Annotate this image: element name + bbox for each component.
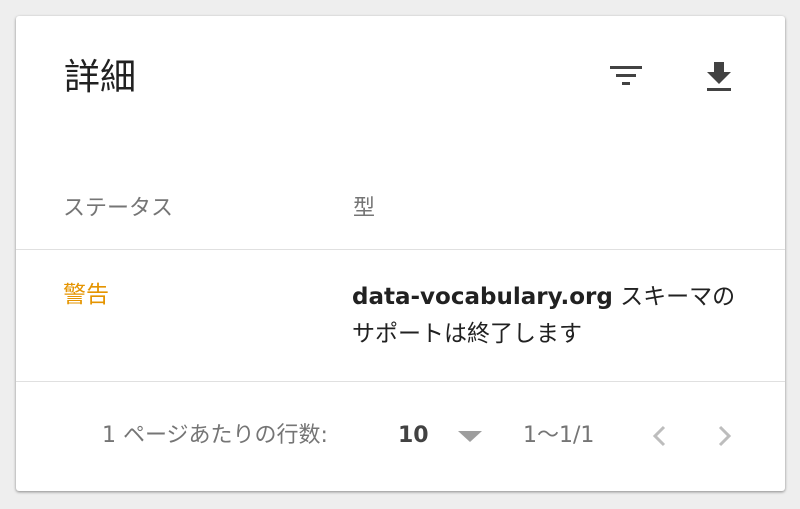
download-button[interactable]	[695, 52, 743, 100]
type-cell: data-vocabulary.org スキーマのサポートは終了します	[352, 279, 752, 353]
type-domain: data-vocabulary.org	[352, 284, 613, 310]
chevron-right-icon	[718, 425, 732, 447]
header-divider	[16, 249, 785, 250]
dropdown-arrow-icon	[458, 431, 482, 442]
card-title: 詳細	[64, 57, 137, 98]
filter-list-icon	[610, 66, 642, 85]
download-icon	[707, 62, 731, 91]
previous-page-button[interactable]	[642, 416, 678, 456]
page-range: 1〜1/1	[523, 423, 595, 448]
chevron-left-icon	[652, 425, 666, 447]
rows-per-page-select[interactable]: 10	[398, 416, 508, 456]
rows-per-page-value: 10	[398, 423, 429, 448]
status-cell: 警告	[63, 282, 109, 308]
filter-button[interactable]	[602, 52, 650, 100]
footer-divider	[16, 381, 785, 382]
details-card: 詳細 ステータス 型 警告 data-vocabulary.org スキーマのサ…	[16, 16, 785, 491]
column-header-status[interactable]: ステータス	[63, 194, 173, 224]
rows-per-page-label: 1 ページあたりの行数:	[102, 423, 328, 448]
column-header-type[interactable]: 型	[353, 194, 375, 224]
next-page-button[interactable]	[706, 416, 742, 456]
